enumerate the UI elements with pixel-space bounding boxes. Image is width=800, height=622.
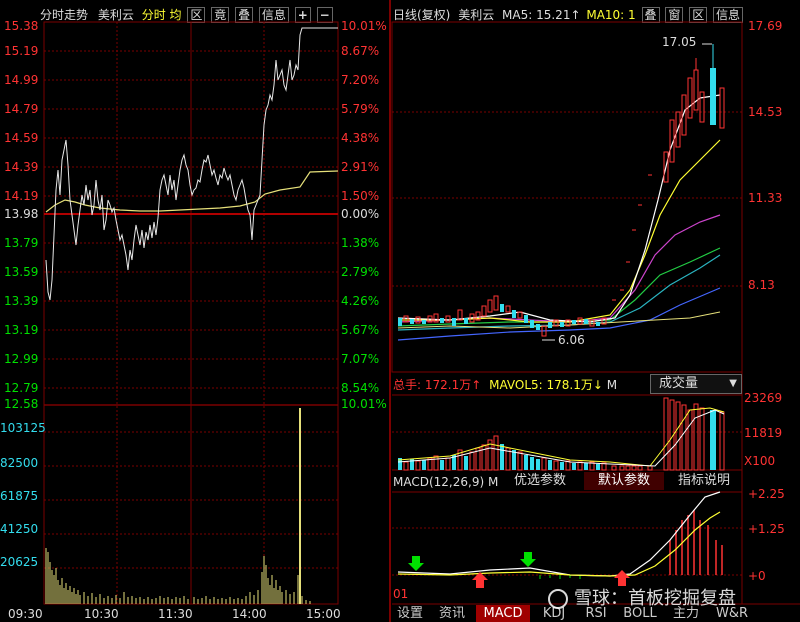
volume-label: 103125 (0, 421, 46, 435)
price-label: 14.19 (4, 189, 39, 203)
volume-label: 41250 (0, 522, 39, 536)
ma-line (397, 214, 721, 323)
macd-dea-line (397, 511, 721, 577)
pct-label: 10.01% (341, 397, 387, 411)
buy-signal-icon (472, 572, 488, 588)
indicator-help-tab[interactable]: 指标说明 (668, 472, 740, 490)
pct-label: 8.67% (341, 44, 380, 58)
price-label: 15.19 (4, 44, 39, 58)
pct-label: 5.67% (341, 323, 380, 337)
volume-axis-label: 23269 (744, 391, 783, 405)
volume-label: 82500 (0, 456, 39, 470)
macd-trunc: M (487, 475, 499, 489)
pct-label: 8.54% (341, 381, 380, 395)
daily-candles (398, 44, 725, 337)
watermark: 雪球：首板挖掘复盘 (548, 584, 736, 610)
time-label: 15:00 (306, 607, 341, 621)
tab-news[interactable]: 资讯 (432, 605, 472, 622)
total-volume-label: 总手: 172.1万↑ (393, 378, 482, 392)
snowball-logo-icon (548, 589, 568, 609)
chevron-down-icon: ▼ (729, 378, 737, 389)
volume-dropdown[interactable]: 成交量 ▼ (650, 374, 742, 394)
price-label: 13.19 (4, 323, 39, 337)
price-label: 13.39 (4, 294, 39, 308)
daily-price-label: 11.33 (748, 191, 783, 205)
ma-line (397, 247, 721, 327)
price-label: 14.39 (4, 160, 39, 174)
time-label: 09:30 (8, 607, 43, 621)
pct-label: 4.38% (341, 131, 380, 145)
daily-price-label: 17.69 (748, 19, 783, 33)
mavol-trunc: M (606, 378, 618, 392)
ma-line (398, 139, 721, 323)
macd-histogram (669, 510, 723, 575)
time-label: 10:30 (84, 607, 119, 621)
mavol-line (397, 407, 725, 467)
volume-axis-label: 11819 (744, 426, 783, 440)
optimal-params-tab[interactable]: 优选参数 (502, 472, 578, 490)
price-label: 15.38 (4, 19, 39, 33)
tab-settings[interactable]: 设置 (392, 605, 428, 622)
high-annotation: 17.05 (662, 35, 697, 49)
volume-label: 61875 (0, 489, 39, 503)
intraday-chart-svg (43, 21, 339, 605)
time-label: 11:30 (158, 607, 193, 621)
price-label: 14.59 (4, 131, 39, 145)
price-label: 12.99 (4, 352, 39, 366)
pct-label: 7.20% (341, 73, 380, 87)
price-line (45, 27, 338, 301)
macd-axis-label: +1.25 (748, 522, 785, 536)
daily-price-label: 8.13 (748, 278, 775, 292)
pct-label: 2.91% (341, 160, 380, 174)
pct-label: 1.38% (341, 236, 380, 250)
pct-label: 2.79% (341, 265, 380, 279)
pct-label: 7.07% (341, 352, 380, 366)
macd-axis-label: +2.25 (748, 487, 785, 501)
price-label: 14.99 (4, 73, 39, 87)
price-label: 13.79 (4, 236, 39, 250)
price-label: 12.79 (4, 381, 39, 395)
pct-label: 5.79% (341, 102, 380, 116)
pct-label: 4.26% (341, 294, 380, 308)
daily-volume-bars (398, 397, 725, 471)
daily-price-label: 14.53 (748, 105, 783, 119)
pct-label: 0.00% (341, 207, 380, 221)
macd-header-label: MACD(12,26,9) (393, 475, 485, 489)
sell-signal-icon (408, 556, 424, 571)
macd-axis-label: +0 (748, 569, 766, 583)
intraday-pct-axis: 10.01% 8.67% 7.20% 5.79% 4.38% 2.91% 1.5… (341, 0, 389, 622)
low-annotation: 6.06 (558, 333, 585, 347)
intraday-volume-bars (45, 408, 311, 604)
intraday-price-axis: 15.38 15.19 14.99 14.79 14.59 14.39 14.1… (0, 0, 46, 622)
default-params-tab[interactable]: 默认参数 (584, 472, 664, 490)
pct-label: 10.01% (341, 19, 387, 33)
volume-header: 总手: 172.1万↑ MAVOL5: 178.1万↓ M (393, 376, 617, 393)
price-label: 13.98 (4, 207, 39, 221)
volume-dropdown-label: 成交量 (659, 376, 699, 391)
macd-dif-line (397, 491, 721, 577)
pct-label: 1.50% (341, 189, 380, 203)
mavol-label: MAVOL5: 178.1万↓ (489, 378, 603, 392)
volume-unit-label: X100 (744, 454, 776, 468)
ma-line (397, 94, 721, 323)
price-label: 12.58 (4, 397, 39, 411)
daily-chart-svg (391, 21, 800, 605)
price-label: 14.79 (4, 102, 39, 116)
macd-header: MACD(12,26,9) M (393, 475, 498, 489)
period-indicator: 01 (393, 587, 409, 601)
price-label: 13.59 (4, 265, 39, 279)
watermark-text: 雪球：首板挖掘复盘 (574, 588, 736, 609)
tab-macd[interactable]: MACD (476, 605, 530, 622)
time-label: 14:00 (232, 607, 267, 621)
volume-label: 20625 (0, 555, 39, 569)
sell-signal-icon (520, 552, 536, 567)
